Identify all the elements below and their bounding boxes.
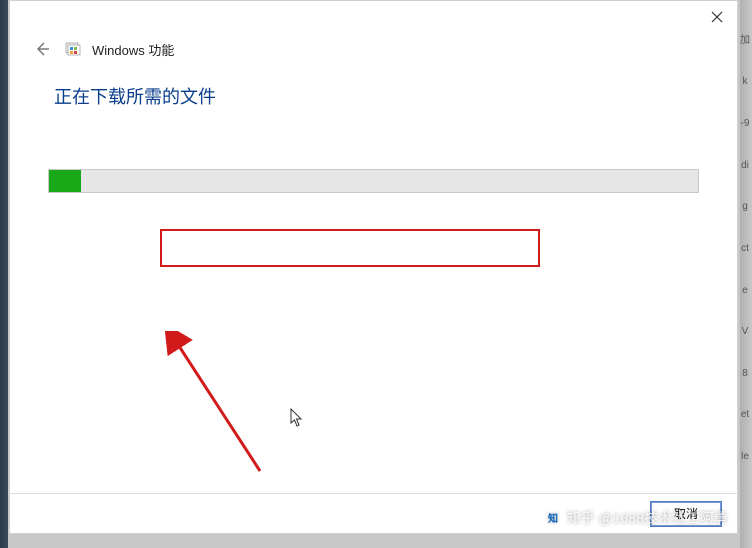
cancel-button[interactable]: 取消 (651, 502, 721, 526)
cancel-button-label: 取消 (674, 505, 698, 522)
status-heading: 正在下载所需的文件 (48, 83, 699, 109)
cursor-icon (290, 408, 306, 428)
background-fragments: 加 k -9 di g ct e V 8 et le (738, 0, 752, 548)
annotation-red-box (160, 229, 540, 267)
dialog-header: Windows 功能 (10, 33, 737, 73)
progress-bar (48, 169, 699, 193)
back-arrow-icon (33, 40, 51, 58)
windows-features-dialog: Windows 功能 正在下载所需的文件 取消 (9, 0, 738, 534)
close-icon (711, 11, 723, 23)
titlebar (10, 1, 737, 33)
close-button[interactable] (703, 4, 731, 30)
dialog-title: Windows 功能 (92, 40, 174, 59)
dialog-footer: 取消 (10, 493, 737, 533)
back-button[interactable] (30, 37, 54, 61)
annotation-arrow-icon (165, 331, 275, 481)
dialog-content: 正在下载所需的文件 (10, 73, 737, 493)
progress-fill (49, 170, 81, 192)
windows-features-icon (64, 40, 82, 58)
